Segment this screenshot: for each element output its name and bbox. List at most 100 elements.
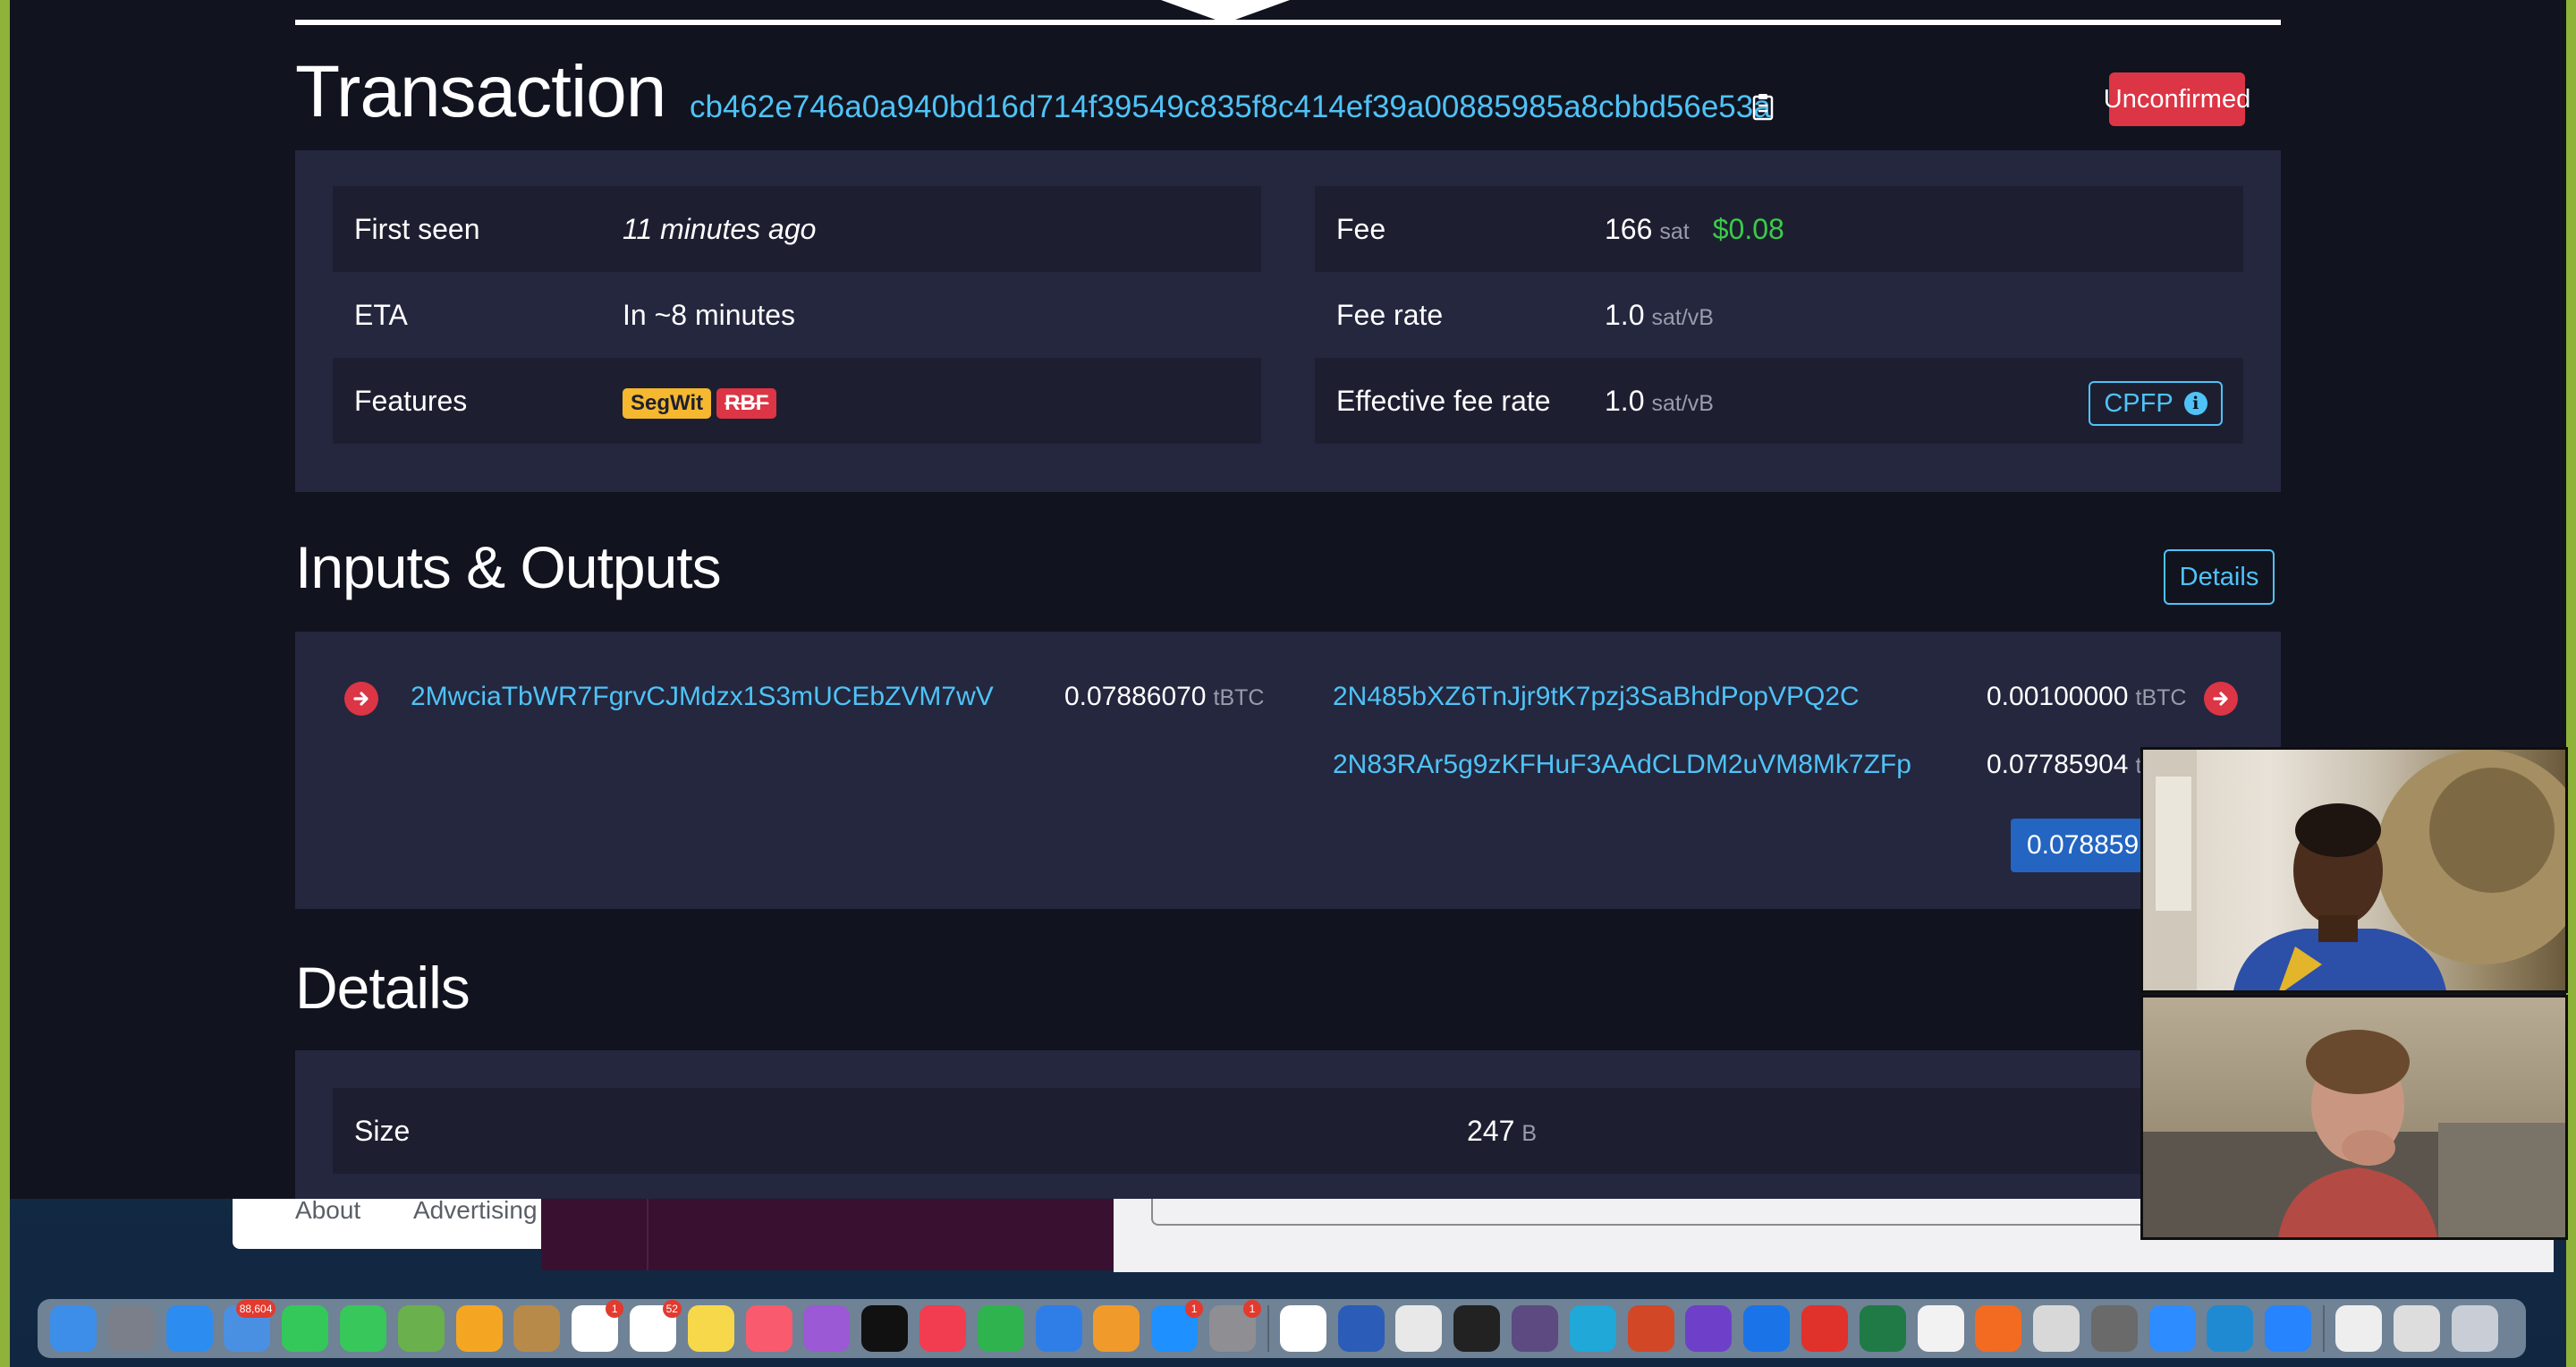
cpfp-button[interactable]: CPFP i xyxy=(2089,381,2223,426)
dock: 88,604 1 52 1 1 xyxy=(38,1299,2526,1358)
output-amount: 0.07785904tB xyxy=(1987,750,2157,780)
app-store-icon[interactable]: 1 xyxy=(1151,1300,1204,1352)
summary-table-right: Fee 166 sat $0.08 Fee rate 1.0 sat/vB Effec… xyxy=(1315,186,2243,444)
input-amount-value: 0.07886070 xyxy=(1064,682,1207,711)
fee-unit: sat xyxy=(1659,219,1690,244)
dock-separator xyxy=(1267,1305,1269,1352)
news-icon[interactable] xyxy=(919,1305,966,1352)
output-address[interactable]: 2N485bXZ6TnJjr9tK7pzj3SaBhdPopVPQ2C xyxy=(1333,682,1860,712)
tv-icon[interactable] xyxy=(861,1305,909,1352)
size-unit: B xyxy=(1521,1121,1538,1146)
mail-icon[interactable]: 88,604 xyxy=(224,1300,276,1352)
screenshot-icon[interactable] xyxy=(2393,1305,2440,1352)
github-icon[interactable] xyxy=(1685,1305,1733,1352)
input-amount: 0.07886070 tBTC xyxy=(1064,682,1264,712)
document-icon[interactable] xyxy=(2335,1305,2383,1352)
chat-window-sidebar xyxy=(541,1199,1114,1270)
powerpoint-icon[interactable] xyxy=(1627,1305,1674,1352)
footer-link-about[interactable]: About xyxy=(295,1196,360,1225)
contacts-icon[interactable] xyxy=(513,1305,561,1352)
globe-icon[interactable] xyxy=(1569,1305,1616,1352)
trash-icon[interactable] xyxy=(2451,1305,2498,1352)
script-editor-icon[interactable] xyxy=(2033,1305,2080,1352)
pen-icon[interactable] xyxy=(2090,1305,2138,1352)
tor-icon[interactable] xyxy=(1511,1305,1558,1352)
row-fee-rate: Fee rate 1.0 sat/vB xyxy=(1315,272,2243,358)
word-icon[interactable] xyxy=(1337,1305,1385,1352)
output-amount-value: 0.07785904 xyxy=(1987,750,2129,779)
zoom-icon[interactable] xyxy=(2148,1305,2196,1352)
clipboard-icon[interactable] xyxy=(1751,92,1776,121)
video-tile-participant-2 xyxy=(2140,995,2568,1240)
bluetooth-icon[interactable] xyxy=(1743,1305,1791,1352)
footer-link-advertising[interactable]: Advertising xyxy=(413,1196,538,1225)
row-label: ETA xyxy=(354,299,408,331)
output-arrow-icon[interactable] xyxy=(2204,682,2238,716)
notes-icon[interactable] xyxy=(687,1305,734,1352)
rbf-tag: RBF xyxy=(716,387,777,419)
fee-rate-value: 1.0 sat/vB xyxy=(1605,272,1714,358)
excel-icon[interactable] xyxy=(1859,1305,1906,1352)
row-label: Features xyxy=(354,385,468,417)
participant-1-image xyxy=(2143,750,2565,990)
system-preferences-icon[interactable]: 1 xyxy=(1208,1300,1261,1352)
segwit-tag: SegWit xyxy=(623,387,712,419)
input-address[interactable]: 2MwciaTbWR7FgrvCJMdzx1S3mUCEbZVM7wV xyxy=(411,682,994,712)
row-first-seen: First seen 11 minutes ago xyxy=(333,186,1261,272)
vscode-icon[interactable] xyxy=(2207,1305,2254,1352)
facetime-icon[interactable] xyxy=(282,1305,329,1352)
slack-icon[interactable] xyxy=(1279,1305,1326,1352)
dock-separator xyxy=(2323,1305,2326,1352)
safari-icon[interactable] xyxy=(165,1305,213,1352)
notification-badge: 1 xyxy=(606,1300,624,1318)
output-address[interactable]: 2N83RAr5g9zKFHuF3AAdCLDM2uVM8Mk7ZFp xyxy=(1333,750,1911,780)
chrome-icon[interactable] xyxy=(1395,1305,1443,1352)
first-seen-value: 11 minutes ago xyxy=(623,213,817,245)
video-tile-participant-1 xyxy=(2140,747,2568,993)
calendar-icon[interactable]: 1 xyxy=(572,1300,624,1352)
textedit-icon[interactable] xyxy=(1917,1305,1964,1352)
pages-icon[interactable] xyxy=(1093,1305,1140,1352)
launchpad-icon[interactable] xyxy=(107,1305,155,1352)
row-size: Size 247 B xyxy=(333,1088,2243,1174)
podcasts-icon[interactable] xyxy=(803,1305,851,1352)
sketch-icon[interactable] xyxy=(1975,1305,2022,1352)
output-amount: 0.00100000 tBTC xyxy=(1987,682,2186,712)
maps-icon[interactable] xyxy=(397,1305,445,1352)
photos-icon[interactable] xyxy=(455,1305,503,1352)
fee-rate-unit: sat/vB xyxy=(1651,305,1714,330)
output-amount-value: 0.00100000 xyxy=(1987,682,2129,711)
details-box: Size 247 B xyxy=(295,1050,2281,1199)
participant-2-image xyxy=(2143,1030,2565,1237)
txid-link[interactable]: cb462e746a0a940bd16d714f39549c835f8c414e… xyxy=(690,89,1771,125)
fee-value: 166 sat $0.08 xyxy=(1605,186,1784,272)
info-icon: i xyxy=(2183,392,2207,415)
details-toggle-button[interactable]: Details xyxy=(2164,549,2275,605)
fee-fiat: $0.08 xyxy=(1712,213,1784,245)
total-amount-button[interactable]: 0.078859 xyxy=(2011,819,2154,872)
menu-active-arrow xyxy=(1161,0,1290,23)
row-label: Fee rate xyxy=(1336,299,1444,331)
messages-icon[interactable] xyxy=(339,1305,386,1352)
terminal-icon[interactable] xyxy=(1453,1305,1501,1352)
notification-badge: 1 xyxy=(1242,1300,1261,1318)
pdf-icon[interactable] xyxy=(1801,1305,1848,1352)
input-arrow-icon[interactable] xyxy=(344,682,378,716)
cpfp-label: CPFP xyxy=(2104,388,2174,418)
numbers-icon[interactable] xyxy=(977,1305,1024,1352)
io-heading: Inputs & Outputs xyxy=(295,534,722,600)
features-value: SegWit RBF xyxy=(623,358,777,444)
sourcetree-icon[interactable] xyxy=(2265,1305,2312,1352)
fee-rate-amount: 1.0 xyxy=(1605,299,1645,331)
row-label: Size xyxy=(354,1115,411,1147)
summary-table-left: First seen 11 minutes ago ETA In ~8 minu… xyxy=(333,186,1261,444)
keynote-icon[interactable] xyxy=(1035,1305,1082,1352)
finder-icon[interactable] xyxy=(50,1305,97,1352)
notification-badge: 52 xyxy=(662,1300,682,1318)
status-badge: Unconfirmed xyxy=(2104,72,2250,126)
row-label: Effective fee rate xyxy=(1336,385,1551,417)
effective-fee-rate-value: 1.0 sat/vB xyxy=(1605,358,1714,444)
music-icon[interactable] xyxy=(745,1305,792,1352)
details-table: Size 247 B xyxy=(333,1088,2243,1174)
reminders-icon[interactable]: 52 xyxy=(629,1300,682,1352)
